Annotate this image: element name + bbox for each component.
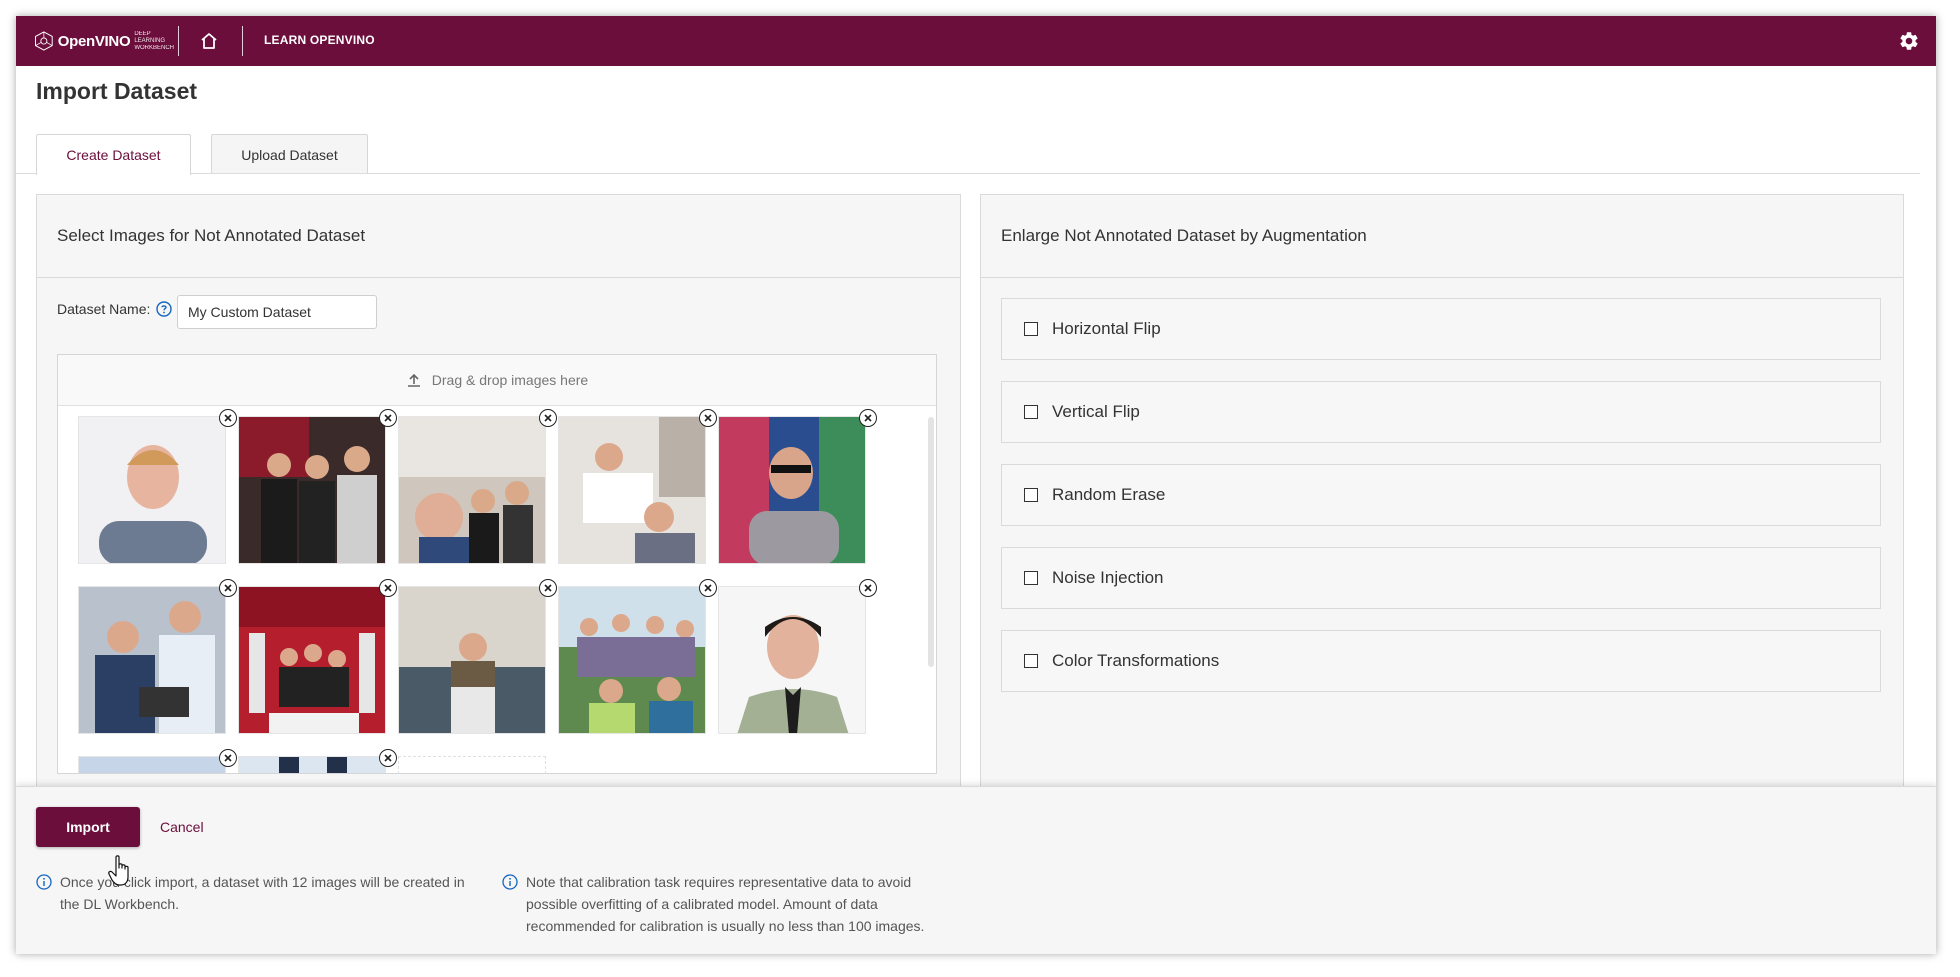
- calibration-hint: Note that calibration task requires repr…: [502, 871, 942, 937]
- augmentation-vertical-flip[interactable]: Vertical Flip: [1001, 381, 1881, 443]
- checkbox[interactable]: [1024, 322, 1038, 336]
- drop-area[interactable]: Drag & drop images here: [58, 355, 936, 406]
- select-images-panel: Select Images for Not Annotated Dataset …: [36, 194, 961, 814]
- tab-upload-dataset[interactable]: Upload Dataset: [211, 134, 368, 174]
- image-thumbnail[interactable]: [238, 749, 397, 773]
- augmentation-label: Random Erase: [1052, 485, 1166, 504]
- image-thumbnail[interactable]: [718, 409, 877, 564]
- augmentation-horizontal-flip[interactable]: Horizontal Flip: [1001, 298, 1881, 360]
- dataset-name-input[interactable]: [177, 295, 377, 329]
- augmentation-label: Color Transformations: [1052, 651, 1220, 670]
- remove-image-button[interactable]: [699, 579, 717, 597]
- import-button[interactable]: Import: [36, 807, 140, 847]
- upload-icon: [407, 373, 420, 387]
- close-icon: [544, 414, 552, 422]
- remove-image-button[interactable]: [379, 749, 397, 767]
- augmentation-noise-injection[interactable]: Noise Injection: [1001, 547, 1881, 609]
- app-window: OpenVINO Deep Learning Workbench LEARN O…: [16, 16, 1936, 954]
- tab-create-dataset[interactable]: Create Dataset: [36, 134, 191, 175]
- home-button[interactable]: [196, 28, 222, 54]
- close-icon: [384, 584, 392, 592]
- divider: [242, 26, 243, 56]
- remove-image-button[interactable]: [859, 579, 877, 597]
- hand-cursor-icon: [108, 855, 129, 886]
- image-thumbnail[interactable]: [558, 409, 717, 564]
- close-icon: [704, 414, 712, 422]
- panel-title: Enlarge Not Annotated Dataset by Augment…: [981, 195, 1903, 278]
- dataset-name-row: Dataset Name:: [57, 301, 173, 317]
- close-icon: [864, 414, 872, 422]
- close-icon: [224, 584, 232, 592]
- import-hint: Once you click import, a dataset with 12…: [36, 871, 476, 915]
- panel-title: Select Images for Not Annotated Dataset: [37, 195, 960, 278]
- image-thumbnail[interactable]: [718, 579, 877, 734]
- scrollbar[interactable]: [928, 417, 934, 667]
- logo-subtext: Deep Learning: [134, 30, 166, 44]
- tabs-divider: [16, 173, 1920, 174]
- info-icon: [36, 874, 52, 890]
- logo-text: OpenVINO: [57, 32, 131, 50]
- augmentation-panel: Enlarge Not Annotated Dataset by Augment…: [980, 194, 1904, 814]
- help-icon[interactable]: [156, 301, 173, 317]
- image-thumbnail[interactable]: [78, 579, 237, 734]
- learn-openvino-link[interactable]: LEARN OPENVINO: [264, 33, 375, 47]
- logo-icon: [35, 31, 53, 51]
- home-icon: [201, 33, 217, 49]
- remove-image-button[interactable]: [539, 409, 557, 427]
- checkbox[interactable]: [1024, 654, 1038, 668]
- image-thumbnail[interactable]: [558, 579, 717, 734]
- cancel-button[interactable]: Cancel: [160, 819, 204, 835]
- augmentation-label: Horizontal Flip: [1052, 319, 1161, 338]
- remove-image-button[interactable]: [219, 579, 237, 597]
- image-thumbnail[interactable]: [398, 409, 557, 564]
- remove-image-button[interactable]: [699, 409, 717, 427]
- action-footer: Import Cancel Once you click import, a d…: [16, 786, 1936, 954]
- settings-button[interactable]: [1896, 28, 1922, 54]
- hint-text: Note that calibration task requires repr…: [526, 874, 925, 934]
- checkbox[interactable]: [1024, 488, 1038, 502]
- augmentation-label: Vertical Flip: [1052, 402, 1140, 421]
- image-thumbnail[interactable]: [398, 579, 557, 734]
- augmentation-color-transformations[interactable]: Color Transformations: [1001, 630, 1881, 692]
- remove-image-button[interactable]: [219, 749, 237, 767]
- add-image-placeholder[interactable]: [398, 756, 546, 773]
- top-navbar: OpenVINO Deep Learning Workbench LEARN O…: [16, 16, 1936, 66]
- info-icon: [502, 874, 518, 890]
- image-thumbnail[interactable]: [78, 749, 237, 773]
- augmentation-random-erase[interactable]: Random Erase: [1001, 464, 1881, 526]
- close-icon: [224, 754, 232, 762]
- gear-icon: [1900, 32, 1918, 50]
- close-icon: [864, 584, 872, 592]
- remove-image-button[interactable]: [859, 409, 877, 427]
- augmentation-label: Noise Injection: [1052, 568, 1164, 587]
- remove-image-button[interactable]: [219, 409, 237, 427]
- remove-image-button[interactable]: [379, 409, 397, 427]
- image-thumbnail[interactable]: [238, 579, 397, 734]
- divider: [178, 26, 179, 56]
- image-thumbnail[interactable]: [238, 409, 397, 564]
- openvino-logo[interactable]: OpenVINO Deep Learning Workbench: [34, 23, 174, 59]
- remove-image-button[interactable]: [539, 579, 557, 597]
- page-title: Import Dataset: [36, 78, 198, 104]
- close-icon: [384, 754, 392, 762]
- close-icon: [704, 584, 712, 592]
- dataset-name-label: Dataset Name:: [57, 301, 151, 317]
- image-dropzone[interactable]: Drag & drop images here: [57, 354, 937, 774]
- image-thumbnail[interactable]: [78, 409, 237, 564]
- checkbox[interactable]: [1024, 571, 1038, 585]
- checkbox[interactable]: [1024, 405, 1038, 419]
- close-icon: [544, 584, 552, 592]
- close-icon: [224, 414, 232, 422]
- logo-subtext: Workbench: [134, 44, 174, 51]
- remove-image-button[interactable]: [379, 579, 397, 597]
- dropzone-text: Drag & drop images here: [431, 372, 589, 388]
- close-icon: [384, 414, 392, 422]
